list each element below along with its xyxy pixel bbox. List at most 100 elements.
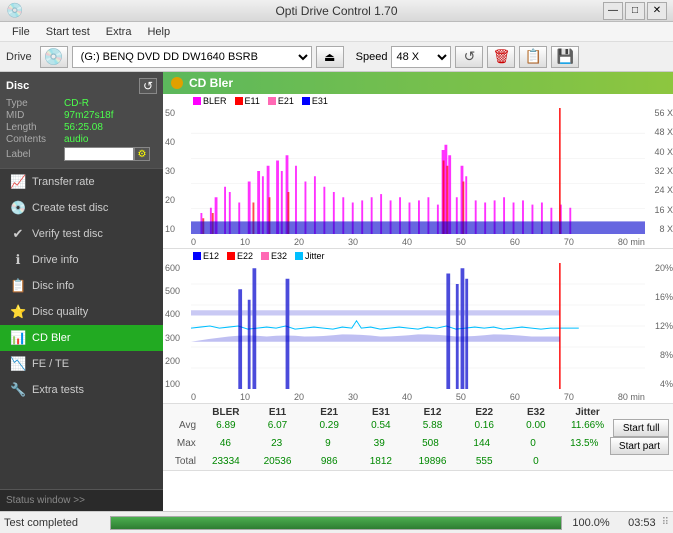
disc-mid-row: MID 97m27s18f (6, 110, 157, 121)
e12-label: E12 (203, 251, 219, 261)
maximize-button[interactable]: □ (625, 2, 645, 20)
contents-value: audio (64, 134, 88, 145)
legend-e22: E22 (227, 251, 253, 261)
e21-label: E21 (278, 96, 294, 106)
speed-select[interactable]: 48 X 8 X16 X24 X32 X40 X52 XMax (391, 46, 451, 68)
e21-color (268, 97, 276, 105)
stats-total-bler: 23334 (200, 455, 252, 468)
stats-max-e22: 144 (456, 437, 507, 455)
legend-e11: E11 (235, 96, 260, 106)
sidebar-item-verify-test-disc[interactable]: ✔ Verify test disc (0, 221, 163, 247)
start-part-button[interactable]: Start part (610, 437, 669, 455)
title-bar-left: 💿 (6, 2, 23, 19)
minimize-button[interactable]: — (603, 2, 623, 20)
fe-te-icon: 📉 (10, 356, 26, 372)
sidebar-item-disc-info[interactable]: 📋 Disc info (0, 273, 163, 299)
copy-button[interactable]: 📋 (519, 46, 547, 68)
stats-col-e22: E22 (458, 406, 510, 419)
mid-value: 97m27s18f (64, 110, 113, 121)
disc-refresh-btn[interactable]: ↺ (139, 78, 157, 94)
menu-file[interactable]: File (4, 24, 38, 40)
disc-length-row: Length 56:25.08 (6, 122, 157, 133)
stats-buttons-2: Start part (610, 437, 669, 455)
sidebar-item-label: FE / TE (32, 358, 69, 370)
sidebar-item-fe-te[interactable]: 📉 FE / TE (0, 351, 163, 377)
chart-bottom-y-right: 20% 16% 12% 8% 4% (655, 263, 673, 389)
progress-fill (111, 517, 561, 529)
drive-icon-btn: 💿 (40, 46, 68, 68)
disc-quality-icon: ⭐ (10, 304, 26, 320)
length-value: 56:25.08 (64, 122, 103, 133)
close-button[interactable]: ✕ (647, 2, 667, 20)
legend-e12: E12 (193, 251, 219, 261)
stats-avg-e31: 0.54 (355, 419, 407, 437)
chart-top-legend: BLER E11 E21 E31 (193, 96, 328, 106)
stats-max-e21: 9 (302, 437, 353, 455)
stats-total-e22: 555 (458, 455, 510, 468)
stats-total-e32: 0 (510, 455, 562, 468)
sidebar-item-disc-quality[interactable]: ⭐ Disc quality (0, 299, 163, 325)
sidebar-item-drive-info[interactable]: ℹ Drive info (0, 247, 163, 273)
menu-bar: File Start test Extra Help (0, 22, 673, 42)
stats-max-jitter: 13.5% (559, 437, 610, 455)
sidebar-item-label: Transfer rate (32, 176, 95, 188)
stats-max-e12: 508 (405, 437, 456, 455)
disc-type-row: Type CD-R (6, 98, 157, 109)
menu-start-test[interactable]: Start test (38, 24, 98, 40)
chart-bottom: E12 E22 E32 Jitter (163, 249, 673, 404)
stats-max-row: Max 46 23 9 39 508 144 0 13.5% Start par… (167, 437, 669, 455)
chart-top-x-axis: 0 10 20 30 40 50 60 70 80 min (191, 237, 645, 247)
label-input[interactable] (64, 147, 134, 161)
eject-button[interactable]: ⏏ (316, 46, 344, 68)
sidebar-item-cd-bler[interactable]: 📊 CD Bler (0, 325, 163, 351)
stats-col-e31: E31 (355, 406, 407, 419)
disc-label-row: Label ⚙ (6, 147, 157, 161)
contents-label: Contents (6, 134, 64, 145)
sidebar-item-create-test-disc[interactable]: 💿 Create test disc (0, 195, 163, 221)
stats-max-e32: 0 (507, 437, 558, 455)
stats-total-label: Total (167, 455, 200, 468)
e31-color (302, 97, 310, 105)
drive-info-icon: ℹ (10, 252, 26, 268)
menu-help[interactable]: Help (139, 24, 178, 40)
legend-e31: E31 (302, 96, 328, 106)
stats-avg-jitter: 11.66% (562, 419, 614, 437)
stats-avg-label: Avg (167, 419, 200, 437)
stats-avg-bler: 6.89 (200, 419, 252, 437)
jitter-color (295, 252, 303, 260)
type-label: Type (6, 98, 64, 109)
drive-select[interactable]: (G:) BENQ DVD DD DW1640 BSRB (72, 46, 312, 68)
stats-total-e12: 19896 (407, 455, 459, 468)
label-label: Label (6, 149, 64, 160)
e22-color (227, 252, 235, 260)
cdbler-dot (171, 77, 183, 89)
stats-col-e21: E21 (303, 406, 355, 419)
cdbler-title: CD Bler (189, 76, 233, 90)
create-test-disc-icon: 💿 (10, 200, 26, 216)
jitter-label: Jitter (305, 251, 325, 261)
save-button[interactable]: 💾 (551, 46, 579, 68)
menu-extra[interactable]: Extra (98, 24, 140, 40)
progress-time: 03:53 (616, 517, 656, 529)
stats-table: BLER E11 E21 E31 E12 E22 E32 Jitter Avg … (163, 404, 673, 471)
sidebar-item-transfer-rate[interactable]: 📈 Transfer rate (0, 169, 163, 195)
sidebar-item-extra-tests[interactable]: 🔧 Extra tests (0, 377, 163, 403)
stats-max-label: Max (167, 437, 200, 455)
refresh-button[interactable]: ↺ (455, 46, 483, 68)
stats-col-bler: BLER (200, 406, 252, 419)
status-window-btn[interactable]: Status window >> (0, 489, 163, 511)
transfer-rate-icon: 📈 (10, 174, 26, 190)
e32-label: E32 (271, 251, 287, 261)
resize-grip: ⠿ (662, 517, 669, 528)
stats-col-jitter: Jitter (562, 406, 614, 419)
label-icon-btn[interactable]: ⚙ (134, 147, 150, 161)
erase-button[interactable]: 🗑 (487, 46, 515, 68)
title-bar: 💿 Opti Drive Control 1.70 — □ ✕ (0, 0, 673, 22)
stats-avg-e11: 6.07 (252, 419, 304, 437)
verify-test-disc-icon: ✔ (10, 226, 26, 242)
status-text: Test completed (4, 517, 104, 529)
stats-max-e31: 39 (354, 437, 405, 455)
chart-bottom-y-left: 600 500 400 300 200 100 (165, 263, 180, 389)
start-full-button[interactable]: Start full (613, 419, 669, 437)
stats-col-e12: E12 (407, 406, 459, 419)
